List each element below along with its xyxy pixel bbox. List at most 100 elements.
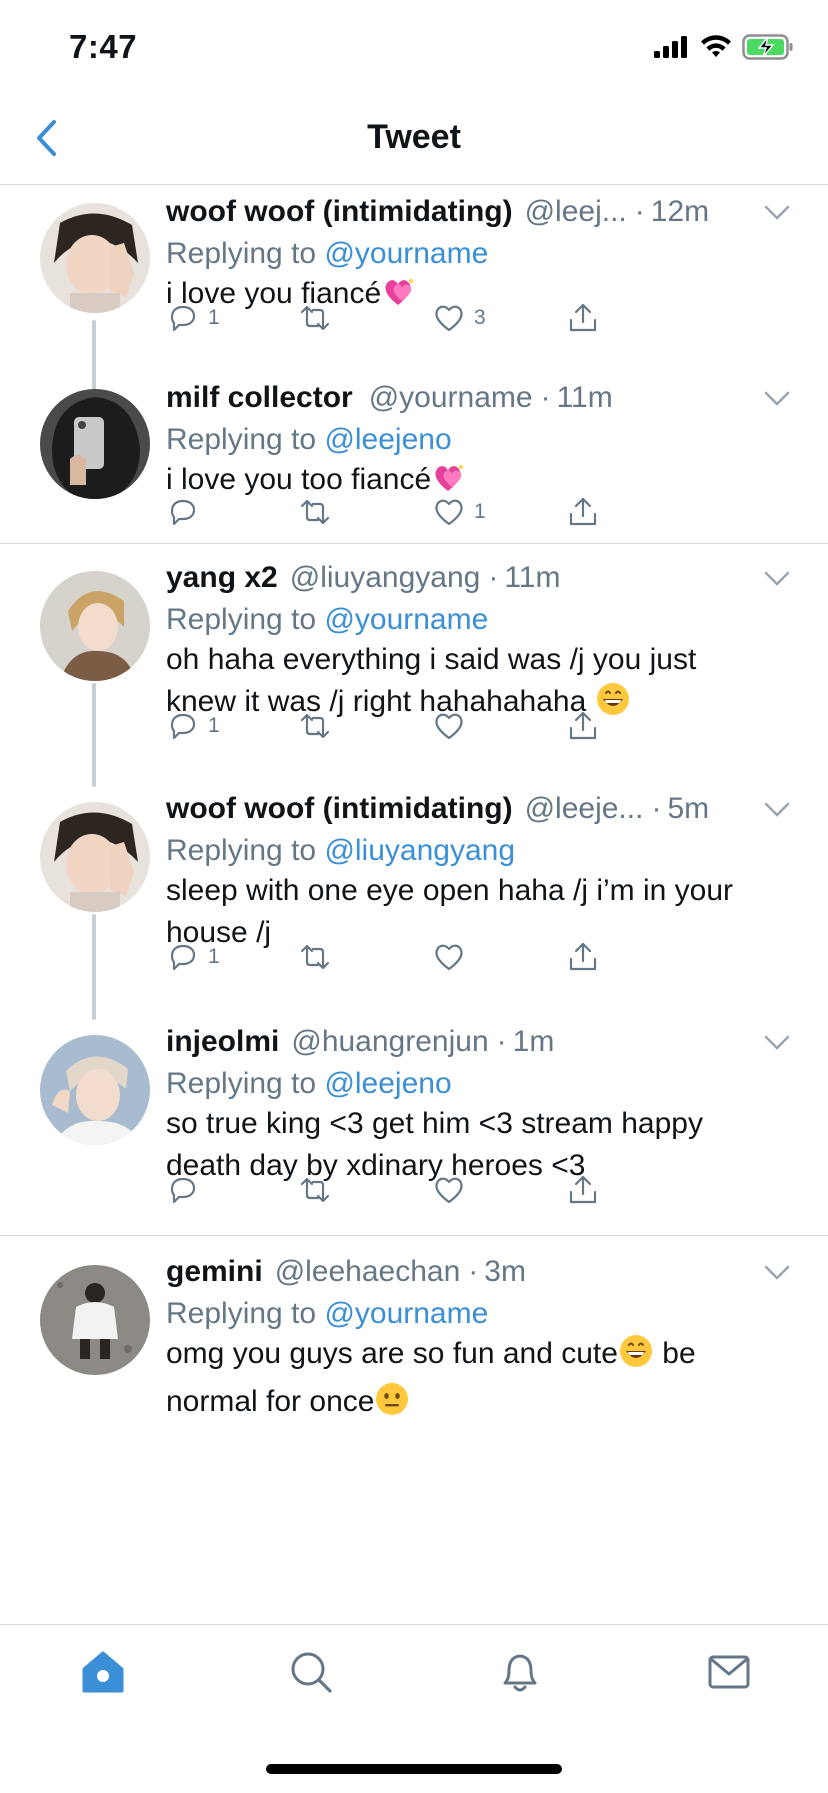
heart-icon: [435, 944, 463, 971]
retweet-button[interactable]: [298, 940, 340, 974]
replying-to: Replying to @leejeno: [166, 423, 452, 457]
retweet-button[interactable]: [298, 1173, 340, 1207]
reply-button[interactable]: 1: [166, 301, 220, 335]
mention-link[interactable]: @yourname: [324, 603, 488, 636]
tweet-header: milf collector @yourname · 11m: [166, 381, 776, 423]
tweet-text-line: sleep with one eye open haha /j i’m in y…: [166, 874, 734, 907]
tweet-header: injeolmi @huangrenjun · 1m: [166, 1025, 776, 1067]
tweet-text-line: normal for once: [166, 1381, 796, 1429]
like-button[interactable]: [432, 1173, 474, 1207]
like-button[interactable]: [432, 709, 474, 743]
handle[interactable]: @liuyangyang: [290, 561, 481, 595]
tweet-header: gemini @leehaechan · 3m: [166, 1255, 776, 1297]
retweet-button[interactable]: [298, 301, 340, 335]
tweet-header: woof woof (intimidating) @leeje... · 5m: [166, 792, 776, 834]
tweet-text-content: normal for once: [166, 1385, 375, 1418]
tweet-text: omg you guys are so fun and cute be norm…: [166, 1333, 796, 1429]
tweet-thread[interactable]: woof woof (intimidating) @leej... · 12m …: [0, 185, 828, 1625]
replying-to: Replying to @yourname: [166, 1297, 488, 1331]
reply-icon: [170, 944, 196, 971]
like-count: 3: [474, 306, 486, 329]
handle[interactable]: @huangrenjun: [291, 1025, 488, 1059]
share-button[interactable]: [566, 1173, 600, 1207]
handle[interactable]: @leehaechan: [275, 1255, 461, 1289]
tab-home[interactable]: [78, 1647, 128, 1697]
reply-icon: [170, 305, 196, 332]
tweet-item[interactable]: injeolmi @huangrenjun · 1m Replying to @…: [0, 1023, 828, 1243]
mention-link[interactable]: @yourname: [324, 237, 488, 270]
tweet-item[interactable]: woof woof (intimidating) @leej... · 12m …: [0, 185, 828, 402]
tweet-header: woof woof (intimidating) @leej... · 12m: [166, 195, 776, 237]
tweet-actions: 1: [166, 495, 676, 535]
timestamp: 11m: [556, 381, 613, 414]
status-icons: [654, 34, 794, 60]
handle[interactable]: @leej...: [525, 195, 627, 229]
retweet-button[interactable]: [298, 709, 340, 743]
cellular-signal-icon: [654, 36, 687, 58]
mention-link[interactable]: @liuyangyang: [324, 834, 515, 867]
avatar[interactable]: [40, 802, 150, 912]
tweet-item[interactable]: woof woof (intimidating) @leeje... · 5m …: [0, 790, 828, 1020]
chevron-down-icon[interactable]: [764, 1035, 790, 1051]
chevron-down-icon[interactable]: [764, 205, 790, 221]
mention-link[interactable]: @leejeno: [324, 1067, 451, 1100]
heart-icon: [435, 499, 463, 526]
home-icon: [82, 1651, 124, 1693]
share-button[interactable]: [566, 301, 600, 335]
tab-search[interactable]: [286, 1647, 336, 1697]
tab-messages[interactable]: [704, 1647, 754, 1697]
mention-link[interactable]: @leejeno: [324, 423, 451, 456]
replying-label: Replying to: [166, 1297, 317, 1330]
tweet-text-line: so true king <3 get him <3 stream happy: [166, 1107, 703, 1140]
handle[interactable]: @leeje...: [525, 792, 644, 826]
tab-notifications[interactable]: [495, 1647, 545, 1697]
chevron-down-icon[interactable]: [764, 391, 790, 407]
chevron-down-icon[interactable]: [764, 802, 790, 818]
display-name[interactable]: milf collector: [166, 381, 353, 415]
display-name[interactable]: woof woof (intimidating): [166, 792, 513, 826]
avatar[interactable]: [40, 389, 150, 499]
reply-button[interactable]: 1: [166, 940, 220, 974]
tweet-actions: 1: [166, 940, 676, 980]
share-button[interactable]: [566, 495, 600, 529]
display-name[interactable]: yang x2: [166, 561, 278, 595]
share-button[interactable]: [566, 709, 600, 743]
chevron-down-icon[interactable]: [764, 571, 790, 587]
mention-link[interactable]: @yourname: [324, 1297, 488, 1330]
timestamp: 12m: [650, 195, 710, 228]
tweet-item[interactable]: gemini @leehaechan · 3m Replying to @you…: [0, 1253, 828, 1453]
like-button[interactable]: [432, 940, 474, 974]
avatar[interactable]: [40, 571, 150, 681]
handle[interactable]: @yourname: [369, 381, 533, 415]
tweet-actions: 1 3: [166, 301, 676, 341]
tweet-item[interactable]: milf collector @yourname · 11m Replying …: [0, 379, 828, 544]
avatar[interactable]: [40, 1265, 150, 1375]
reply-button[interactable]: [166, 1173, 208, 1207]
like-button[interactable]: 1: [432, 495, 486, 529]
tweet-item[interactable]: yang x2 @liuyangyang · 11m Replying to @…: [0, 559, 828, 787]
retweet-icon: [300, 944, 330, 970]
replying-to: Replying to @liuyangyang: [166, 834, 515, 868]
mail-icon: [708, 1655, 750, 1689]
reply-count: 1: [208, 714, 220, 737]
avatar[interactable]: [40, 203, 150, 313]
reply-icon: [170, 499, 196, 526]
display-name[interactable]: injeolmi: [166, 1025, 279, 1059]
share-button[interactable]: [566, 940, 600, 974]
reply-icon: [170, 1177, 196, 1204]
search-icon: [291, 1652, 332, 1693]
separator-dot: ·: [468, 1255, 479, 1288]
neutral-face-emoji: [374, 1381, 410, 1429]
replying-label: Replying to: [166, 834, 317, 867]
display-name[interactable]: gemini: [166, 1255, 263, 1289]
tweet-text-content: be: [662, 1337, 696, 1370]
like-button[interactable]: 3: [432, 301, 486, 335]
avatar[interactable]: [40, 1035, 150, 1145]
chevron-down-icon[interactable]: [764, 1265, 790, 1281]
display-name[interactable]: woof woof (intimidating): [166, 195, 513, 229]
retweet-button[interactable]: [298, 495, 340, 529]
share-icon: [569, 497, 597, 526]
tweet-text-line: omg you guys are so fun and cute be: [166, 1333, 796, 1381]
reply-button[interactable]: 1: [166, 709, 220, 743]
reply-button[interactable]: [166, 495, 208, 529]
